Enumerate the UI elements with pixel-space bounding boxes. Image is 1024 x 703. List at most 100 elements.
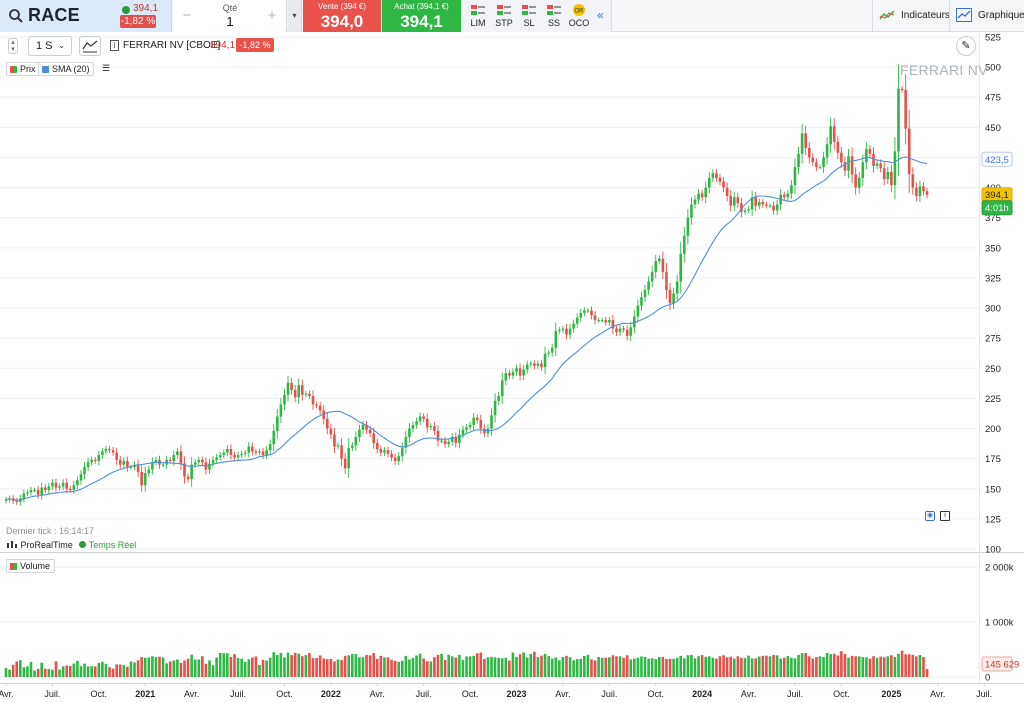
volume-bar xyxy=(672,658,675,677)
volume-bar xyxy=(354,653,358,677)
candle-body xyxy=(126,461,129,468)
volume-bar xyxy=(61,666,65,677)
legend-sma-label: SMA (20) xyxy=(52,64,90,74)
price-volume-chart[interactable]: 5255004754504254003753503253002752502252… xyxy=(0,0,1024,703)
volume-bar xyxy=(336,659,340,677)
list-icon[interactable]: ☰ xyxy=(100,63,112,75)
volume-bar xyxy=(236,657,240,677)
volume-bar xyxy=(761,655,765,677)
volume-bar xyxy=(461,659,465,677)
volume-bar xyxy=(333,661,336,677)
volume-bar xyxy=(754,658,757,677)
candle-body xyxy=(807,147,811,158)
volume-bar xyxy=(383,657,386,677)
volume-bar xyxy=(565,655,568,677)
candle-body xyxy=(336,445,340,447)
volume-bar xyxy=(857,656,861,677)
info-panel-icon[interactable]: i xyxy=(940,511,950,521)
candle-body xyxy=(293,389,297,398)
info-icon[interactable]: i xyxy=(110,40,119,51)
candle-body xyxy=(925,191,929,195)
candle-body xyxy=(425,418,429,428)
volume-bar xyxy=(254,656,258,677)
candle-body xyxy=(54,482,58,488)
candle-body xyxy=(472,417,475,425)
candle-body xyxy=(693,199,697,205)
candle-body xyxy=(711,173,715,178)
time-tick-label: Juil. xyxy=(601,689,617,699)
volume-bar xyxy=(900,650,904,677)
volume-bar xyxy=(29,662,33,677)
candle-body xyxy=(715,173,718,178)
candle-body xyxy=(736,197,740,204)
legend-sma[interactable]: SMA (20) xyxy=(38,62,94,76)
volume-bar xyxy=(375,659,379,677)
candle-body xyxy=(561,328,565,330)
chart-type-button[interactable] xyxy=(79,36,101,56)
volume-bar xyxy=(740,657,743,677)
volume-bar xyxy=(472,655,475,677)
candle-body xyxy=(840,152,843,163)
candle-body xyxy=(683,235,686,254)
time-tick-label: Juil. xyxy=(44,689,60,699)
volume-bar xyxy=(193,659,197,677)
settings-wrench-icon[interactable]: ✎ xyxy=(956,36,976,56)
volume-bar xyxy=(18,660,22,677)
candle-body xyxy=(43,487,47,490)
volume-bar xyxy=(290,655,293,677)
volume-bar xyxy=(133,662,136,677)
volume-bar xyxy=(686,655,690,677)
candle-body xyxy=(440,440,443,442)
volume-bar xyxy=(143,657,147,677)
candle-body xyxy=(800,133,804,154)
candle-body xyxy=(372,433,376,443)
legend-price[interactable]: Prix xyxy=(6,62,40,76)
volume-bar xyxy=(347,655,351,677)
candle-body xyxy=(254,451,258,453)
candle-body xyxy=(618,328,622,333)
candle-body xyxy=(615,328,618,333)
sma-swatch xyxy=(42,66,49,73)
legend-price-label: Prix xyxy=(20,64,36,74)
candle-body xyxy=(90,459,93,463)
candle-body xyxy=(529,363,533,365)
volume-bar xyxy=(93,666,97,677)
timeframe-select[interactable]: 1 S ⌄ xyxy=(28,36,72,56)
volume-bar xyxy=(11,664,15,677)
price-tick-label: 275 xyxy=(985,334,1001,345)
volume-bar xyxy=(311,658,315,677)
legend-volume[interactable]: Volume xyxy=(6,559,56,573)
candle-body xyxy=(97,455,101,462)
candle-body xyxy=(625,329,629,336)
alert-icon[interactable]: ◉ xyxy=(925,511,935,521)
candle-body xyxy=(265,450,268,456)
candle-body xyxy=(661,258,665,272)
volume-bar xyxy=(533,651,536,677)
volume-bar xyxy=(618,656,622,677)
volume-bar xyxy=(408,659,411,677)
candle-body xyxy=(297,385,301,398)
volume-bar xyxy=(51,669,54,677)
candle-body xyxy=(311,396,315,405)
volume-bar xyxy=(907,654,911,677)
volume-bar xyxy=(104,663,108,677)
candle-body xyxy=(890,171,893,186)
candle-body xyxy=(68,488,72,490)
volume-bar xyxy=(925,668,929,677)
volume-bar xyxy=(825,653,829,677)
volume-bar xyxy=(458,654,461,677)
volume-bar xyxy=(815,657,818,677)
candle-body xyxy=(893,151,897,186)
volume-bar xyxy=(497,657,500,677)
drag-handle-icon[interactable]: ▴ ▾ xyxy=(8,38,18,54)
volume-bar xyxy=(525,657,529,677)
volume-bar xyxy=(504,657,508,677)
candle-body xyxy=(343,458,347,469)
volume-bar xyxy=(904,654,907,677)
volume-bar xyxy=(879,656,882,677)
candle-body xyxy=(907,128,911,175)
candle-body xyxy=(707,177,711,188)
candle-body xyxy=(247,446,251,453)
volume-bar xyxy=(108,667,111,677)
volume-bar xyxy=(854,656,857,677)
